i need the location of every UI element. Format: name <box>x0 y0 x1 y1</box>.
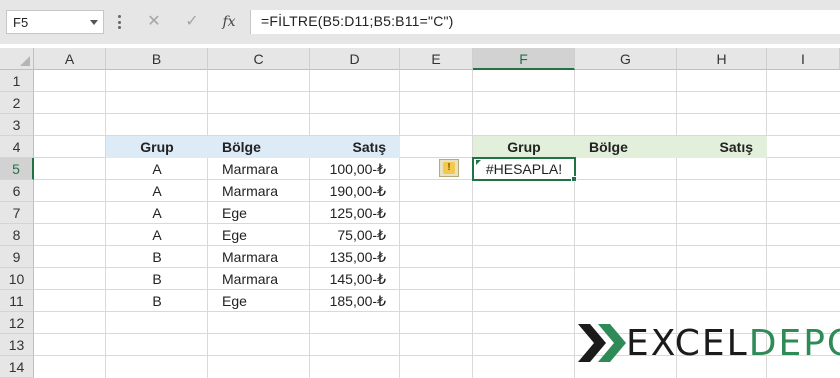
row-header-11[interactable]: 11 <box>0 290 34 312</box>
error-options-button[interactable]: ! <box>439 159 459 177</box>
cell-h4[interactable]: Satış <box>677 136 767 158</box>
cell-d7[interactable]: 125,00-₺ <box>310 202 400 224</box>
cell-d10[interactable]: 145,00-₺ <box>310 268 400 290</box>
row-header-1[interactable]: 1 <box>0 70 34 92</box>
cell-c4[interactable]: Bölge <box>208 136 310 158</box>
fill-handle[interactable] <box>571 176 577 182</box>
row-header-12[interactable]: 12 <box>0 312 34 334</box>
column-header-a[interactable]: A <box>34 48 106 70</box>
cell-c7[interactable]: Ege <box>208 202 310 224</box>
cell-f4[interactable]: Grup <box>473 136 575 158</box>
logo-text-depo: DEPO <box>748 323 840 364</box>
insert-function-icon[interactable]: fx <box>218 11 240 33</box>
row-header-3[interactable]: 3 <box>0 114 34 136</box>
formula-input[interactable]: =FİLTRE(B5:D11;B5:B11="C") <box>250 10 840 34</box>
column-header-b[interactable]: B <box>106 48 208 70</box>
row-header-9[interactable]: 9 <box>0 246 34 268</box>
cell-d5[interactable]: 100,00-₺ <box>310 158 400 180</box>
row-header-2[interactable]: 2 <box>0 92 34 114</box>
cell-g4[interactable]: Bölge <box>575 136 677 158</box>
cell-d4[interactable]: Satış <box>310 136 400 158</box>
cell-c8[interactable]: Ege <box>208 224 310 246</box>
cancel-icon[interactable]: ✕ <box>143 11 165 33</box>
cell-b10[interactable]: B <box>106 268 208 290</box>
row-header-5[interactable]: 5 <box>0 158 34 180</box>
row-header-8[interactable]: 8 <box>0 224 34 246</box>
gridline <box>472 70 473 378</box>
name-box[interactable]: F5 <box>6 10 104 34</box>
x-logo-icon <box>578 324 626 362</box>
column-header-h[interactable]: H <box>677 48 767 70</box>
column-header-c[interactable]: C <box>208 48 310 70</box>
cell-c10[interactable]: Marmara <box>208 268 310 290</box>
cell-b6[interactable]: A <box>106 180 208 202</box>
cell-b5[interactable]: A <box>106 158 208 180</box>
formula-bar-grip-icon[interactable] <box>116 12 122 32</box>
row-header-6[interactable]: 6 <box>0 180 34 202</box>
name-box-value: F5 <box>13 15 29 30</box>
gridline <box>34 113 840 114</box>
exceldepo-logo: EXCELDEPO <box>576 318 840 368</box>
column-header-i[interactable]: I <box>767 48 840 70</box>
cell-d11[interactable]: 185,00-₺ <box>310 290 400 312</box>
column-header-f[interactable]: F <box>473 48 575 70</box>
row-header-10[interactable]: 10 <box>0 268 34 290</box>
gridline <box>34 91 840 92</box>
select-all-icon <box>20 56 30 66</box>
row-header-4[interactable]: 4 <box>0 136 34 158</box>
cell-c6[interactable]: Marmara <box>208 180 310 202</box>
cell-b9[interactable]: B <box>106 246 208 268</box>
gridline <box>574 70 575 378</box>
formula-text: =FİLTRE(B5:D11;B5:B11="C") <box>261 13 454 29</box>
cell-d9[interactable]: 135,00-₺ <box>310 246 400 268</box>
cell-b8[interactable]: A <box>106 224 208 246</box>
error-indicator-icon <box>476 160 481 165</box>
cell-c11[interactable]: Ege <box>208 290 310 312</box>
enter-icon[interactable]: ✓ <box>181 11 203 33</box>
logo-wordmark: EXCELDEPO <box>626 324 840 364</box>
row-header-14[interactable]: 14 <box>0 356 34 378</box>
cell-b7[interactable]: A <box>106 202 208 224</box>
cell-b4[interactable]: Grup <box>106 136 208 158</box>
row-header-13[interactable]: 13 <box>0 334 34 356</box>
formula-bar: F5 ✕ ✓ fx =FİLTRE(B5:D11;B5:B11="C") <box>0 0 840 44</box>
cell-c9[interactable]: Marmara <box>208 246 310 268</box>
column-header-g[interactable]: G <box>575 48 677 70</box>
column-header-d[interactable]: D <box>310 48 400 70</box>
chevron-down-icon[interactable] <box>90 20 98 25</box>
cell-d6[interactable]: 190,00-₺ <box>310 180 400 202</box>
cell-b11[interactable]: B <box>106 290 208 312</box>
column-header-e[interactable]: E <box>400 48 473 70</box>
logo-text-excel: EXCEL <box>626 323 749 364</box>
cell-c5[interactable]: Marmara <box>208 158 310 180</box>
warning-icon: ! <box>443 162 455 174</box>
cell-d8[interactable]: 75,00-₺ <box>310 224 400 246</box>
select-all-button[interactable] <box>0 48 34 70</box>
row-header-7[interactable]: 7 <box>0 202 34 224</box>
active-cell-outline <box>472 157 576 181</box>
